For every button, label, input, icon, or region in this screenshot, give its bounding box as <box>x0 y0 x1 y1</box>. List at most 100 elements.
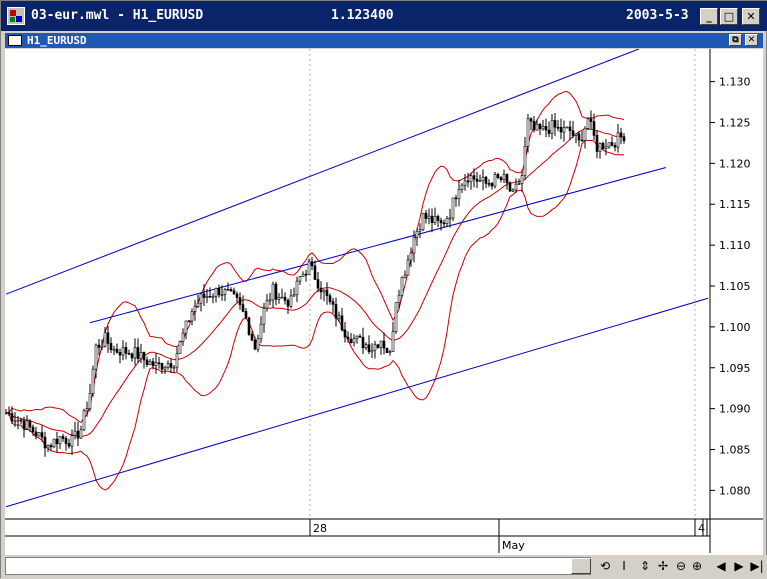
candle-body <box>274 283 278 300</box>
candle-body <box>523 146 527 176</box>
candle-body <box>259 323 263 340</box>
price-tick-label: 1.115 <box>719 198 751 211</box>
candle-body <box>550 120 554 134</box>
chart-area[interactable]: 1.080 1.085 1.090 1.095 1.100 1.105 1.110 1.115… <box>5 49 763 555</box>
candle-body <box>7 412 11 415</box>
candle-body <box>70 435 74 447</box>
candle-body <box>460 184 464 190</box>
candle-body <box>439 220 443 224</box>
scroll-end-icon[interactable]: ▶| <box>750 558 764 574</box>
candle-body <box>262 307 266 325</box>
candle-body <box>433 216 437 224</box>
candle-body <box>463 180 467 186</box>
candle-body <box>343 329 347 338</box>
candle-body <box>85 408 89 412</box>
candle-body <box>166 363 170 368</box>
candle-body <box>610 142 614 146</box>
maximize-button[interactable]: □ <box>720 8 738 25</box>
candle-body <box>40 432 44 438</box>
candle-body <box>61 436 65 439</box>
close-button[interactable]: ✕ <box>742 8 760 25</box>
channel-line-lower[interactable] <box>5 297 709 508</box>
bollinger-lower-band <box>5 139 625 491</box>
cursor-icon[interactable]: I <box>617 558 631 574</box>
candle-body <box>601 143 605 149</box>
candle-body <box>574 133 578 136</box>
candle-body <box>421 212 425 231</box>
candle-body <box>520 175 524 184</box>
candle-body <box>184 320 188 334</box>
candle-body <box>613 145 617 148</box>
refresh-icon[interactable]: ⟲ <box>598 558 612 574</box>
candle-body <box>391 331 395 352</box>
scroll-left-icon[interactable]: ◀ <box>714 558 728 574</box>
pan-icon[interactable]: ✢ <box>656 558 670 574</box>
candle-body <box>517 183 521 185</box>
candle-body <box>145 359 149 365</box>
candle-body <box>37 432 41 437</box>
candle-body <box>148 361 152 365</box>
minimize-button[interactable]: _ <box>700 8 718 25</box>
candle-body <box>235 293 239 298</box>
price-chart[interactable]: 1.080 1.085 1.090 1.095 1.100 1.105 1.110 1.115… <box>5 49 763 555</box>
month-label: May <box>502 539 525 552</box>
candle-body <box>622 136 626 142</box>
candle-body <box>376 344 380 348</box>
candle-body <box>403 274 407 278</box>
candle-body <box>331 301 335 305</box>
vertical-move-icon[interactable]: ⇕ <box>638 558 652 574</box>
candle-body <box>205 296 209 298</box>
candle-body <box>388 351 392 354</box>
candle-body <box>571 130 575 136</box>
candle-body <box>196 302 200 307</box>
price-tick-label: 1.125 <box>719 116 751 129</box>
zoom-out-icon[interactable]: ⊖ <box>674 558 688 574</box>
candle-body <box>181 332 185 342</box>
candle-body <box>244 311 248 319</box>
candle-body <box>67 443 71 447</box>
scroll-right-icon[interactable]: ▶ <box>732 558 746 574</box>
candle-body <box>208 296 212 298</box>
candle-body <box>364 344 368 349</box>
candle-body <box>202 293 206 298</box>
scrollbar-thumb[interactable] <box>571 558 591 574</box>
horizontal-scrollbar[interactable] <box>5 557 591 575</box>
candle-body <box>28 420 32 428</box>
candle-body <box>481 176 485 181</box>
candle-body <box>265 300 269 309</box>
candle-body <box>316 279 320 289</box>
candle-body <box>133 347 137 359</box>
candle-body <box>328 295 332 302</box>
candle-body <box>226 289 230 291</box>
candle-body <box>64 438 68 444</box>
restore-button[interactable]: ⧉ <box>729 34 742 46</box>
candle-body <box>289 295 293 307</box>
window-title: 03-eur.mwl - H1_EURUSD <box>31 8 204 23</box>
zoom-in-icon[interactable]: ⊕ <box>690 558 704 574</box>
candle-body <box>361 337 365 349</box>
candle-body <box>502 174 506 181</box>
candle-body <box>97 344 101 348</box>
candle-body <box>175 353 179 368</box>
price-tick-label: 1.100 <box>719 321 751 334</box>
current-date: 2003-5-3 <box>626 8 689 23</box>
channel-line-upper[interactable] <box>5 49 640 295</box>
app-icon[interactable] <box>7 7 25 25</box>
app-window: 03-eur.mwl - H1_EURUSD 1.123400 2003-5-3… <box>0 0 767 579</box>
candle-body <box>379 340 383 348</box>
candle-body <box>79 429 83 439</box>
subwindow-close-button[interactable]: ✕ <box>745 34 758 46</box>
price-tick-label: 1.095 <box>719 362 751 375</box>
candle-body <box>559 127 563 133</box>
candle-body <box>451 197 455 219</box>
chart-subwindow-titlebar[interactable]: H1_EURUSD ⧉ ✕ <box>5 33 763 48</box>
candle-body <box>286 300 290 307</box>
candle-body <box>124 347 128 354</box>
candle-body <box>454 197 458 200</box>
candle-body <box>352 338 356 343</box>
channel-line-middle[interactable] <box>89 166 667 324</box>
candle-body <box>598 143 602 152</box>
title-bar[interactable]: 03-eur.mwl - H1_EURUSD 1.123400 2003-5-3… <box>1 1 767 31</box>
candle-body <box>562 127 566 133</box>
price-tick-label: 1.080 <box>719 484 751 497</box>
